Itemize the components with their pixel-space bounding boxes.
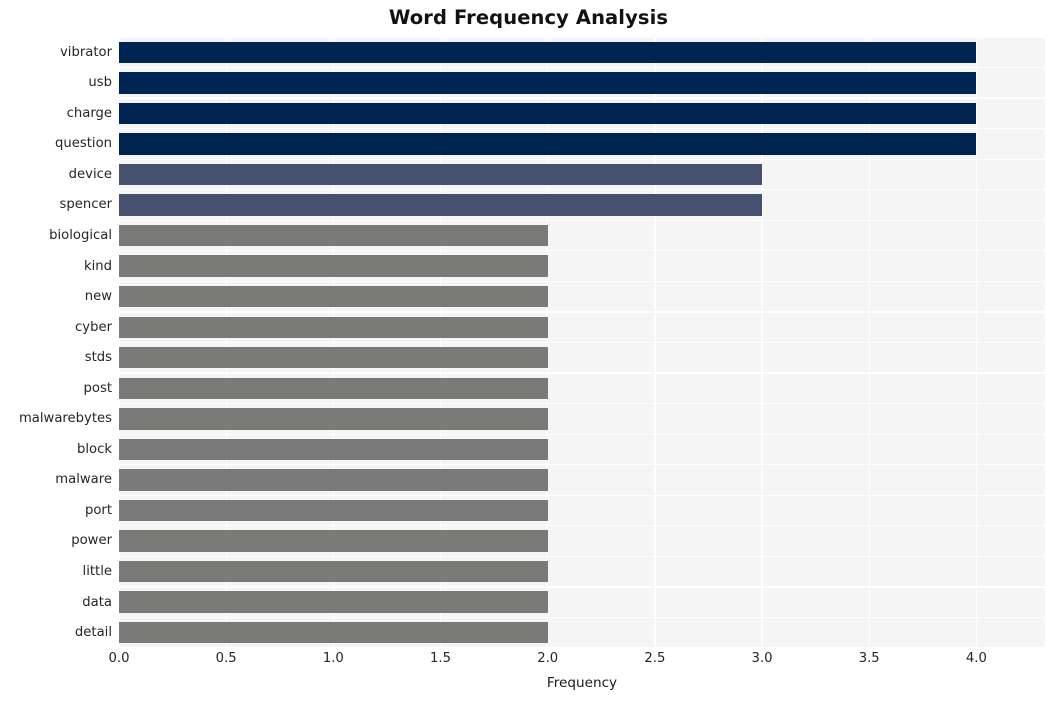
x-axis-tick-labels: 0.0 0.5 1.0 1.5 2.0 2.5 3.0 3.5 4.0 <box>0 652 1057 674</box>
bar-block[interactable] <box>119 438 548 461</box>
gridline-horizontal-14 <box>119 464 1045 466</box>
gridline-horizontal-10 <box>119 341 1045 344</box>
y-tick-label-post: post <box>83 380 112 396</box>
x-tick-label-3.0: 3.0 <box>751 651 773 666</box>
y-tick-label-charge: charge <box>66 105 112 121</box>
plot-area <box>119 37 1045 648</box>
bar-device[interactable] <box>119 163 763 186</box>
gridline-horizontal-17 <box>119 555 1045 557</box>
page-title: Word Frequency Analysis <box>388 6 669 29</box>
x-tick-label-2.5: 2.5 <box>644 651 666 666</box>
x-tick-label-4.0: 4.0 <box>965 651 987 666</box>
x-tick-label-1.0: 1.0 <box>322 651 344 666</box>
gridline-horizontal-18 <box>119 586 1045 588</box>
bar-data[interactable] <box>119 591 548 613</box>
bar-biological[interactable] <box>119 224 548 247</box>
bar-post[interactable] <box>119 377 548 399</box>
bar-cyber[interactable] <box>119 316 548 338</box>
y-tick-label-detail: detail <box>74 625 112 641</box>
y-tick-label-malwarebytes: malwarebytes <box>18 411 112 427</box>
x-axis-title: Frequency <box>546 675 618 691</box>
gridline-horizontal-12 <box>119 402 1045 405</box>
x-tick-label-1.5: 1.5 <box>430 651 452 666</box>
y-tick-label-data: data <box>82 594 112 610</box>
bar-detail[interactable] <box>119 622 548 644</box>
y-tick-label-device: device <box>68 166 112 182</box>
gridline-horizontal-7 <box>119 250 1045 252</box>
y-tick-label-little: little <box>82 564 112 580</box>
bar-spencer[interactable] <box>119 194 763 216</box>
gridline-horizontal-15 <box>119 494 1045 496</box>
bar-stds[interactable] <box>119 347 548 369</box>
gridline-horizontal-8 <box>119 280 1045 283</box>
y-tick-label-new: new <box>84 289 112 305</box>
bar-kind[interactable] <box>119 255 548 277</box>
chart-figure: Word Frequency Analysis vibrator usb charg… <box>0 0 1057 701</box>
bar-power[interactable] <box>119 530 548 552</box>
y-tick-label-stds: stds <box>84 350 112 366</box>
bar-question[interactable] <box>119 133 977 155</box>
y-tick-label-usb: usb <box>88 75 112 91</box>
x-tick-label-0.5: 0.5 <box>215 651 237 666</box>
y-tick-label-port: port <box>84 502 112 518</box>
y-tick-label-block: block <box>77 441 112 457</box>
gridline-horizontal-5 <box>119 189 1045 191</box>
y-tick-label-kind: kind <box>83 258 112 274</box>
gridline-horizontal-6 <box>119 219 1045 221</box>
y-tick-label-spencer: spencer <box>59 197 113 213</box>
gridline-horizontal-4 <box>119 158 1045 160</box>
bar-malwarebytes[interactable] <box>119 408 548 430</box>
y-tick-label-malware: malware <box>55 472 112 488</box>
y-tick-label-vibrator: vibrator <box>59 44 112 60</box>
y-tick-label-power: power <box>71 533 112 549</box>
y-tick-label-biological: biological <box>49 227 112 243</box>
gridline-horizontal-20 <box>119 647 1045 648</box>
gridline-horizontal-2 <box>119 97 1045 99</box>
bar-charge[interactable] <box>119 102 977 125</box>
gridline-horizontal-9 <box>119 311 1045 313</box>
y-tick-label-cyber: cyber <box>75 319 112 335</box>
y-axis-tick-labels: vibrator usb charge question device spencer bi… <box>0 37 112 648</box>
gridline-horizontal-0 <box>119 37 1045 38</box>
gridline-horizontal-11 <box>119 372 1045 374</box>
bar-little[interactable] <box>119 560 548 583</box>
bar-malware[interactable] <box>119 469 548 491</box>
bar-usb[interactable] <box>119 72 977 94</box>
gridline-horizontal-16 <box>119 525 1045 527</box>
gridline-horizontal-3 <box>119 128 1045 130</box>
x-tick-label-2.0: 2.0 <box>537 651 559 666</box>
gridline-horizontal-19 <box>119 616 1045 619</box>
gridline-horizontal-13 <box>119 433 1045 435</box>
bar-new[interactable] <box>119 285 548 308</box>
y-tick-label-question: question <box>55 136 112 152</box>
gridline-horizontal-1 <box>119 66 1045 69</box>
x-tick-label-3.5: 3.5 <box>858 651 880 666</box>
bar-port[interactable] <box>119 499 548 522</box>
bar-vibrator[interactable] <box>119 41 977 63</box>
x-tick-label-0.0: 0.0 <box>108 651 130 666</box>
